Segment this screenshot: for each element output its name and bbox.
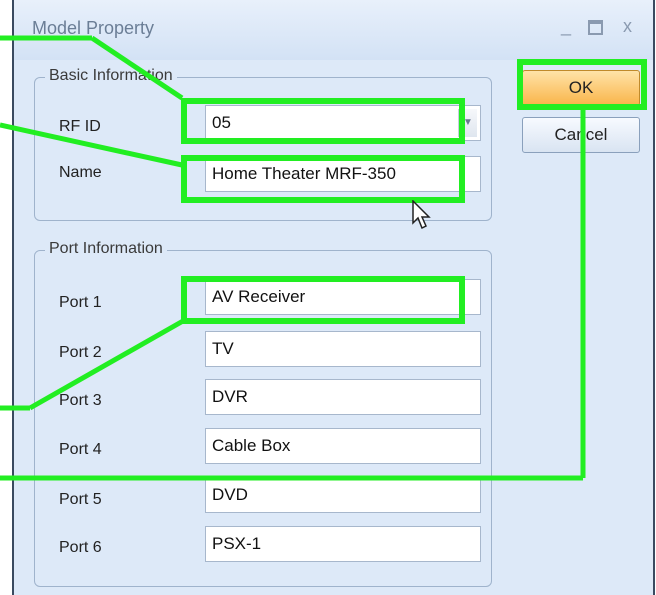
port-6-input[interactable] [206, 527, 480, 561]
port-3-label: Port 3 [59, 392, 102, 409]
name-input[interactable] [206, 157, 480, 191]
model-property-dialog: Model Property _ x Basic Information RF … [12, 0, 655, 595]
port-5-input[interactable] [206, 478, 480, 512]
port-4-label: Port 4 [59, 441, 102, 458]
close-icon[interactable]: x [623, 16, 632, 37]
rf-id-combobox[interactable]: ▼ [205, 105, 481, 141]
title-bar[interactable]: Model Property _ x [14, 0, 653, 60]
name-field[interactable] [205, 156, 481, 192]
port-2-field[interactable] [205, 331, 481, 367]
port-2-input[interactable] [206, 332, 480, 366]
port-3-field[interactable] [205, 379, 481, 415]
window-title: Model Property [32, 18, 155, 38]
ok-button[interactable]: OK [522, 70, 640, 106]
mouse-pointer-icon [412, 200, 431, 230]
basic-information-legend: Basic Information [45, 67, 177, 85]
port-1-input[interactable] [206, 280, 480, 314]
port-5-field[interactable] [205, 477, 481, 513]
port-6-field[interactable] [205, 526, 481, 562]
rf-id-label: RF ID [59, 118, 101, 135]
port-4-field[interactable] [205, 428, 481, 464]
chevron-down-icon[interactable]: ▼ [458, 109, 477, 137]
port-2-label: Port 2 [59, 344, 102, 361]
rf-id-value[interactable] [206, 106, 480, 140]
port-1-label: Port 1 [59, 294, 102, 311]
port-6-label: Port 6 [59, 539, 102, 556]
port-3-input[interactable] [206, 380, 480, 414]
maximize-icon[interactable] [588, 16, 603, 40]
port-4-input[interactable] [206, 429, 480, 463]
cancel-button[interactable]: Cancel [522, 117, 640, 153]
port-5-label: Port 5 [59, 491, 102, 508]
port-information-legend: Port Information [45, 240, 167, 258]
port-1-field[interactable] [205, 279, 481, 315]
minimize-icon[interactable]: _ [561, 16, 571, 37]
port-information-group: Port Information Port 1 Port 2 Port 3 Po… [34, 240, 492, 587]
name-label: Name [59, 164, 102, 181]
